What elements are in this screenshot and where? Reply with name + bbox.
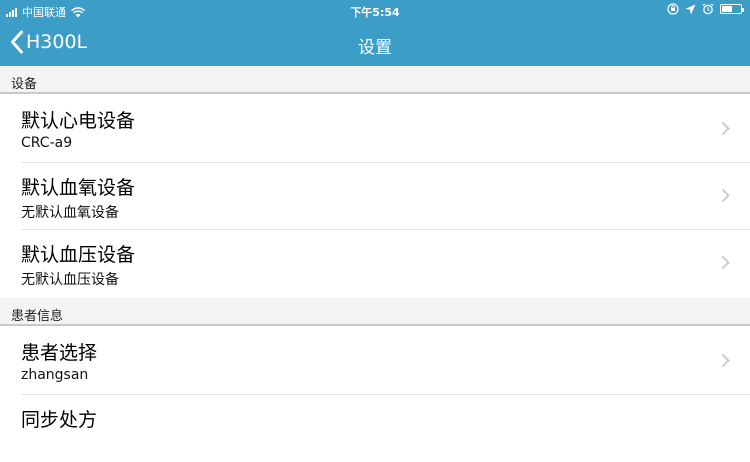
status-right: [667, 3, 744, 15]
row-subtitle: 无默认血压设备: [21, 272, 119, 288]
setting-row-default-ecg-device[interactable]: 默认心电设备 CRC-a9: [0, 96, 750, 163]
section-header-label: 设备: [11, 77, 38, 92]
navigation-bar: H300L 设置: [0, 22, 750, 66]
status-bar: 中国联通 下午5:54: [0, 0, 750, 22]
page-title: 设置: [358, 38, 392, 58]
setting-row-default-bp-device[interactable]: 默认血压设备 无默认血压设备: [0, 230, 750, 297]
chevron-right-icon: [721, 353, 730, 368]
section-header-label: 患者信息: [11, 309, 64, 324]
row-title: 同步处方: [21, 409, 98, 431]
orientation-lock-icon: [667, 3, 679, 15]
row-subtitle: zhangsan: [21, 367, 89, 383]
row-title: 患者选择: [21, 342, 98, 364]
row-title: 默认心电设备: [21, 110, 136, 132]
battery-level: [722, 6, 732, 12]
row-subtitle: CRC-a9: [21, 135, 73, 151]
alarm-icon: [702, 3, 714, 15]
chevron-right-icon: [721, 255, 730, 270]
row-subtitle: 无默认血氧设备: [21, 205, 119, 221]
chevron-right-icon: [721, 121, 730, 136]
setting-row-default-spo2-device[interactable]: 默认血氧设备 无默认血氧设备: [0, 163, 750, 230]
section-header-patient-info: 患者信息: [0, 298, 750, 326]
setting-row-sync-prescription[interactable]: 同步处方: [0, 395, 750, 462]
section-header-devices: 设备: [0, 66, 750, 94]
battery-icon: [720, 4, 744, 14]
row-title: 默认血压设备: [21, 244, 136, 266]
row-title: 默认血氧设备: [21, 177, 136, 199]
setting-row-patient-select[interactable]: 患者选择 zhangsan: [0, 328, 750, 395]
location-icon: [685, 4, 696, 14]
status-time: 下午5:54: [350, 6, 400, 19]
chevron-right-icon: [721, 188, 730, 203]
